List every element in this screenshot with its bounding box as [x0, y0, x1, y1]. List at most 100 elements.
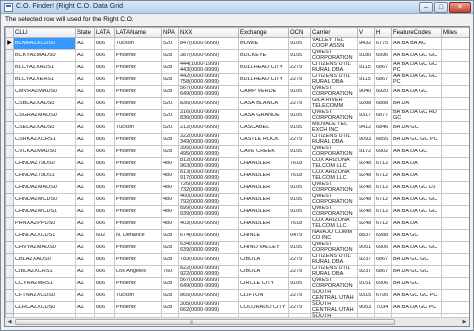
cell-miles[interactable] [441, 277, 469, 290]
data-grid[interactable]: CLLI State LATA LATAName NPA NXX Exchange OCN Ca… [4, 26, 470, 327]
row-header[interactable] [5, 253, 14, 266]
cell-lataname[interactable]: Phoenix [114, 85, 162, 98]
cell-h[interactable]: 6795 [374, 289, 392, 302]
cell-v[interactable]: 9040 [357, 85, 375, 98]
row-header[interactable] [5, 217, 14, 230]
cell-miles[interactable] [441, 85, 469, 98]
column-header-exchange[interactable]: Exchange [238, 27, 289, 38]
cell-npa[interactable]: 480 [161, 169, 179, 182]
cell-clli[interactable]: CSRKAZXCRS1 [13, 133, 76, 146]
cell-ocn[interactable]: 9105 [288, 145, 311, 158]
cell-clli[interactable]: CLRCAZXCDS0 [13, 301, 76, 314]
cell-featurecodes[interactable]: BA DA GC [391, 121, 442, 134]
row-header[interactable] [5, 277, 14, 290]
cell-ocn[interactable]: 9105 [288, 37, 311, 50]
cell-lata[interactable]: 666 [94, 121, 115, 134]
cell-lata[interactable]: 666 [94, 169, 115, 182]
cell-nxx[interactable]: 865(0000-9999) [178, 289, 239, 302]
cell-carrier[interactable]: NAVAJO COMM CO INC [310, 229, 358, 242]
cell-clli[interactable]: CHNDAZ79DS1 [13, 169, 76, 182]
cell-h[interactable]: 7034 [374, 301, 392, 314]
cell-npa[interactable]: 928 [161, 133, 179, 146]
cell-state[interactable]: AZ [75, 85, 95, 98]
cell-exchange[interactable]: CAVE CREEK [238, 145, 289, 158]
cell-featurecodes[interactable]: AA BA DA GC GC [391, 49, 442, 62]
cell-carrier[interactable]: VALLEY TEL COOP ASSN [310, 37, 358, 50]
cell-featurecodes[interactable]: BA DA GC GC PC [391, 133, 442, 146]
scroll-left-icon[interactable]: ◀ [5, 318, 14, 326]
cell-nxx[interactable]: 726(0000-9999) 732(0000-9999) [178, 181, 239, 194]
cell-nxx[interactable]: 387(0000-9999) [178, 49, 239, 62]
cell-nxx[interactable]: 305(0000-9999) 662(0000-9999) [178, 301, 239, 314]
close-button[interactable]: ✕ [449, 2, 471, 13]
table-row[interactable]: CSELAZXADS0 AZ 666 Tucson 520 212(0000-9999) C… [5, 121, 469, 134]
row-header[interactable] [5, 265, 14, 278]
column-header-miles[interactable]: Miles [441, 27, 469, 38]
cell-nxx[interactable]: 403(0000-9999) [178, 217, 239, 230]
row-header[interactable] [5, 193, 14, 206]
cell-nxx[interactable]: 316(0000-9999) 836(0000-9999) [178, 109, 239, 122]
cell-lata[interactable]: 666 [94, 265, 115, 278]
cell-lata[interactable]: 666 [94, 217, 115, 230]
cell-npa[interactable]: 520 [161, 97, 179, 110]
cell-exchange[interactable]: BUCKEYE [238, 49, 289, 62]
cell-h[interactable]: 6855 [374, 133, 392, 146]
cell-npa[interactable]: 928 [161, 61, 179, 74]
cell-ocn[interactable]: 2279 [288, 301, 311, 314]
cell-carrier[interactable]: CITIZENS UTIL RURAL DBA [310, 61, 358, 74]
cell-ocn[interactable]: 9105 [288, 241, 311, 254]
cell-ocn[interactable]: 2279 [288, 265, 311, 278]
cell-state[interactable]: AZ [75, 217, 95, 230]
cell-v[interactable]: 9180 [357, 49, 375, 62]
cell-lata[interactable]: 602 [94, 229, 115, 242]
minimize-button[interactable]: – [419, 2, 433, 13]
cell-nxx[interactable]: 899(0000-9999) 939(0000-9999) [178, 205, 239, 218]
cell-h[interactable]: 6988 [374, 229, 392, 242]
cell-ocn[interactable]: 9105 [288, 205, 311, 218]
cell-npa[interactable]: 520 [161, 37, 179, 50]
table-row[interactable]: CHVYAZMADS0 AZ 666 Phoenix 928 634(0000-9999)… [5, 241, 469, 254]
cell-nxx[interactable]: 567(0000-9999) 649(0000-9999) [178, 85, 239, 98]
column-header-clli[interactable]: CLLI [13, 27, 76, 38]
cell-carrier[interactable]: SOUTH CENTRAL UTAH TEL [310, 289, 358, 302]
cell-v[interactable]: 9432 [357, 37, 375, 50]
cell-state[interactable]: AZ [75, 145, 95, 158]
cell-npa[interactable]: 928 [161, 229, 179, 242]
cell-lataname[interactable]: Los Angeles [114, 265, 162, 278]
horizontal-scrollbar[interactable]: ◀ ||| ▶ [5, 317, 469, 326]
cell-clli[interactable]: CHVYAZMADS0 [13, 241, 76, 254]
cell-exchange[interactable]: CHINO VALLEY [238, 241, 289, 254]
cell-exchange[interactable]: CASA GRANDE [238, 109, 289, 122]
cell-miles[interactable] [441, 73, 469, 86]
cell-miles[interactable] [441, 205, 469, 218]
cell-v[interactable]: 9248 [357, 217, 375, 230]
cell-exchange[interactable]: CHANDLER [238, 193, 289, 206]
cell-lataname[interactable]: Tucson [114, 121, 162, 134]
row-header[interactable] [5, 97, 14, 110]
table-row[interactable]: BLCYAZXADS1 AZ 666 Phoenix 928 444(1000-1999)… [5, 61, 469, 74]
cell-v[interactable]: 9151 [357, 277, 375, 290]
cell-lataname[interactable]: Phoenix [114, 301, 162, 314]
table-row[interactable]: CHNLAZXCDS1 AZ 602 N. Defiance 928 674(0000-9… [5, 229, 469, 242]
cell-lataname[interactable]: Tucson [114, 289, 162, 302]
cell-nxx[interactable]: 812(0000-9999) 963(0000-9999) [178, 157, 239, 170]
cell-npa[interactable]: 480 [161, 205, 179, 218]
cell-npa[interactable]: 520 [161, 121, 179, 134]
table-row[interactable]: CVCKAZMADS0 AZ 666 Phoenix 928 395(0000-9999)… [5, 145, 469, 158]
cell-lataname[interactable]: Phoenix [114, 157, 162, 170]
cell-miles[interactable] [441, 217, 469, 230]
cell-ocn[interactable]: 2279 [288, 133, 311, 146]
cell-v[interactable]: 9317 [357, 109, 375, 122]
cell-carrier[interactable]: QWEST CORPORATION [310, 193, 358, 206]
cell-exchange[interactable]: CASCABEL [238, 121, 289, 134]
cell-clli[interactable]: CIBLAZXCRS1 [13, 265, 76, 278]
cell-clli[interactable]: CCYRAZMRS1 [13, 277, 76, 290]
cell-featurecodes[interactable]: AA BA DA GC GC PC [391, 73, 442, 86]
row-header[interactable] [5, 61, 14, 74]
cell-v[interactable]: 9248 [357, 157, 375, 170]
cell-exchange[interactable]: COLORADO CITY [238, 301, 289, 314]
cell-carrier[interactable]: QWEST CORPORATION [310, 85, 358, 98]
table-row[interactable]: CBLAZXADS0 AZ 666 Phoenix 928 783(0000-9999) C… [5, 253, 469, 266]
cell-ocn[interactable]: 9105 [288, 121, 311, 134]
cell-carrier[interactable]: COX ARIZONA TELCOM LLC [310, 157, 358, 170]
